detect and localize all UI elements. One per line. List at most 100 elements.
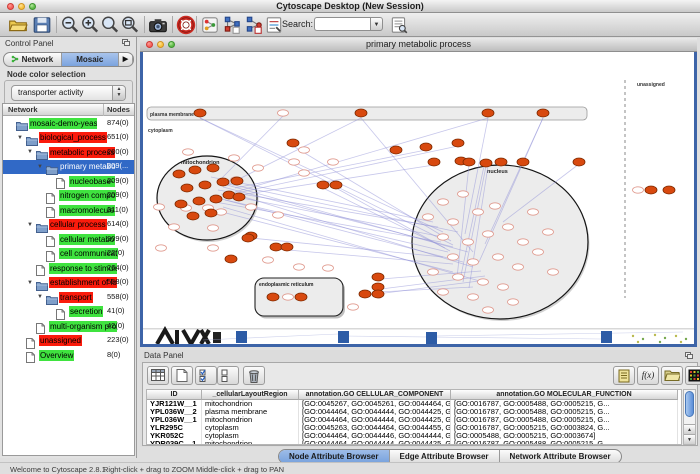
layout-network-icon[interactable]: [222, 15, 242, 35]
search-dropdown-icon[interactable]: ▼: [370, 17, 383, 31]
graph-node[interactable]: [482, 109, 494, 117]
tree-row[interactable]: unassigned223(0): [3, 334, 134, 349]
graph-node[interactable]: [372, 290, 384, 298]
graph-node[interactable]: [468, 294, 479, 300]
graph-node[interactable]: [528, 209, 539, 215]
graph-node[interactable]: [156, 245, 167, 251]
graph-node[interactable]: [438, 289, 449, 295]
graph-node[interactable]: [175, 200, 187, 208]
tree-row[interactable]: macromolecule311(0): [3, 203, 134, 218]
frame-zoom-icon[interactable]: [168, 41, 175, 48]
graph-node[interactable]: [246, 204, 257, 210]
table-column-header[interactable]: annotation.GO CELLULAR_COMPONENT: [299, 390, 451, 400]
expander-icon[interactable]: ▼: [27, 149, 33, 155]
expander-icon[interactable]: ▼: [27, 222, 33, 228]
graph-node[interactable]: [633, 187, 644, 193]
table-column-header[interactable]: annotation.GO MOLECULAR_FUNCTION: [451, 390, 678, 400]
frame-minimize-icon[interactable]: [157, 41, 164, 48]
graph-node[interactable]: [199, 181, 211, 189]
graph-node[interactable]: [208, 225, 219, 231]
formula-icon[interactable]: f(x): [637, 366, 659, 385]
expander-icon[interactable]: ▼: [27, 280, 33, 286]
save-icon[interactable]: [32, 15, 52, 35]
tree-row[interactable]: ▼transport558(0): [3, 290, 134, 305]
help-icon[interactable]: [176, 15, 196, 35]
graph-node[interactable]: [281, 243, 293, 251]
graph-node[interactable]: [663, 186, 675, 194]
table-row[interactable]: YPL036W__1mitochondrion[GO:0044464, GO:0…: [147, 416, 681, 424]
graph-node[interactable]: [463, 158, 475, 166]
graph-node[interactable]: [225, 255, 237, 263]
graph-node[interactable]: [154, 204, 165, 210]
graph-node[interactable]: [508, 299, 519, 305]
tab-overflow-button[interactable]: ▶: [119, 53, 133, 66]
graph-node[interactable]: [283, 294, 294, 300]
graph-node[interactable]: [323, 265, 334, 271]
graph-node[interactable]: [543, 229, 554, 235]
expander-icon[interactable]: ▼: [37, 164, 43, 170]
new-attribute-icon[interactable]: [171, 366, 193, 385]
minimize-icon[interactable]: [18, 3, 25, 10]
open-icon[interactable]: [8, 15, 28, 35]
graph-node[interactable]: [207, 164, 219, 172]
scroll-up-icon[interactable]: ▲: [684, 424, 695, 434]
graph-node[interactable]: [328, 159, 339, 165]
graph-node[interactable]: [390, 146, 402, 154]
graph-node[interactable]: [253, 165, 264, 171]
zoom-in-icon[interactable]: [80, 15, 100, 35]
graph-node[interactable]: [205, 209, 217, 217]
graph-node[interactable]: [187, 212, 199, 220]
graph-node[interactable]: [458, 191, 469, 197]
tree-row[interactable]: nucleobase-209(0): [3, 174, 134, 189]
graph-node[interactable]: [330, 181, 342, 189]
float-data-panel-icon[interactable]: [685, 352, 694, 360]
graph-node[interactable]: [294, 264, 305, 270]
select-attributes-icon[interactable]: [195, 366, 217, 385]
graph-node[interactable]: [355, 109, 367, 117]
graph-node[interactable]: [428, 269, 439, 275]
graph-node[interactable]: [518, 239, 529, 245]
tree-row[interactable]: ▼biological_process651(0): [3, 131, 134, 146]
graph-node[interactable]: [498, 284, 509, 290]
graph-node[interactable]: [242, 234, 254, 242]
graph-node[interactable]: [359, 290, 371, 298]
graph-node[interactable]: [287, 139, 299, 147]
graph-node[interactable]: [533, 249, 544, 255]
expander-icon[interactable]: ▼: [37, 294, 43, 300]
tree-row[interactable]: ▼primary metabo209(...: [3, 160, 134, 175]
network-canvas-svg[interactable]: plasma membranecytoplasmmitochondrionnuc…: [143, 52, 694, 344]
scroll-down-icon[interactable]: ▼: [684, 434, 695, 444]
graph-node[interactable]: [448, 254, 459, 260]
scrollbar-thumb[interactable]: [685, 391, 694, 417]
network-overview-icon[interactable]: [200, 15, 220, 35]
tree-row[interactable]: multi-organism pro42(0): [3, 319, 134, 334]
table-column-header[interactable]: ID: [147, 390, 202, 400]
graph-node[interactable]: [194, 109, 206, 117]
graph-node[interactable]: [372, 273, 384, 281]
graph-node[interactable]: [423, 214, 434, 220]
network-canvas[interactable]: plasma membranecytoplasmmitochondrionnuc…: [143, 52, 694, 344]
graph-node[interactable]: [428, 158, 440, 166]
graph-node[interactable]: [448, 219, 459, 225]
zoom-fit-icon[interactable]: [120, 15, 140, 35]
import-attributes-icon[interactable]: [661, 366, 683, 385]
graph-node[interactable]: [169, 224, 180, 230]
unselect-attributes-icon[interactable]: [217, 366, 239, 385]
tree-row[interactable]: cell communicat22(0): [3, 247, 134, 262]
matrix-icon[interactable]: [685, 366, 700, 385]
table-scrollbar[interactable]: ▲ ▼: [683, 389, 696, 445]
zoom-out-icon[interactable]: [60, 15, 80, 35]
graph-node[interactable]: [183, 149, 194, 155]
graph-node[interactable]: [452, 139, 464, 147]
graph-node[interactable]: [513, 264, 524, 270]
graph-node[interactable]: [231, 177, 243, 185]
graph-node[interactable]: [438, 234, 449, 240]
search-input[interactable]: [314, 17, 370, 31]
table-row[interactable]: YPL036W__2plasma membrane[GO:0044464, GO…: [147, 408, 681, 416]
zoom-window-icon[interactable]: [29, 3, 36, 10]
graph-node[interactable]: [229, 155, 240, 161]
graph-node[interactable]: [270, 243, 282, 251]
graph-node[interactable]: [490, 203, 501, 209]
tree-row[interactable]: nitrogen compo209(0): [3, 189, 134, 204]
tree-row[interactable]: ▼cellular process614(0): [3, 218, 134, 233]
